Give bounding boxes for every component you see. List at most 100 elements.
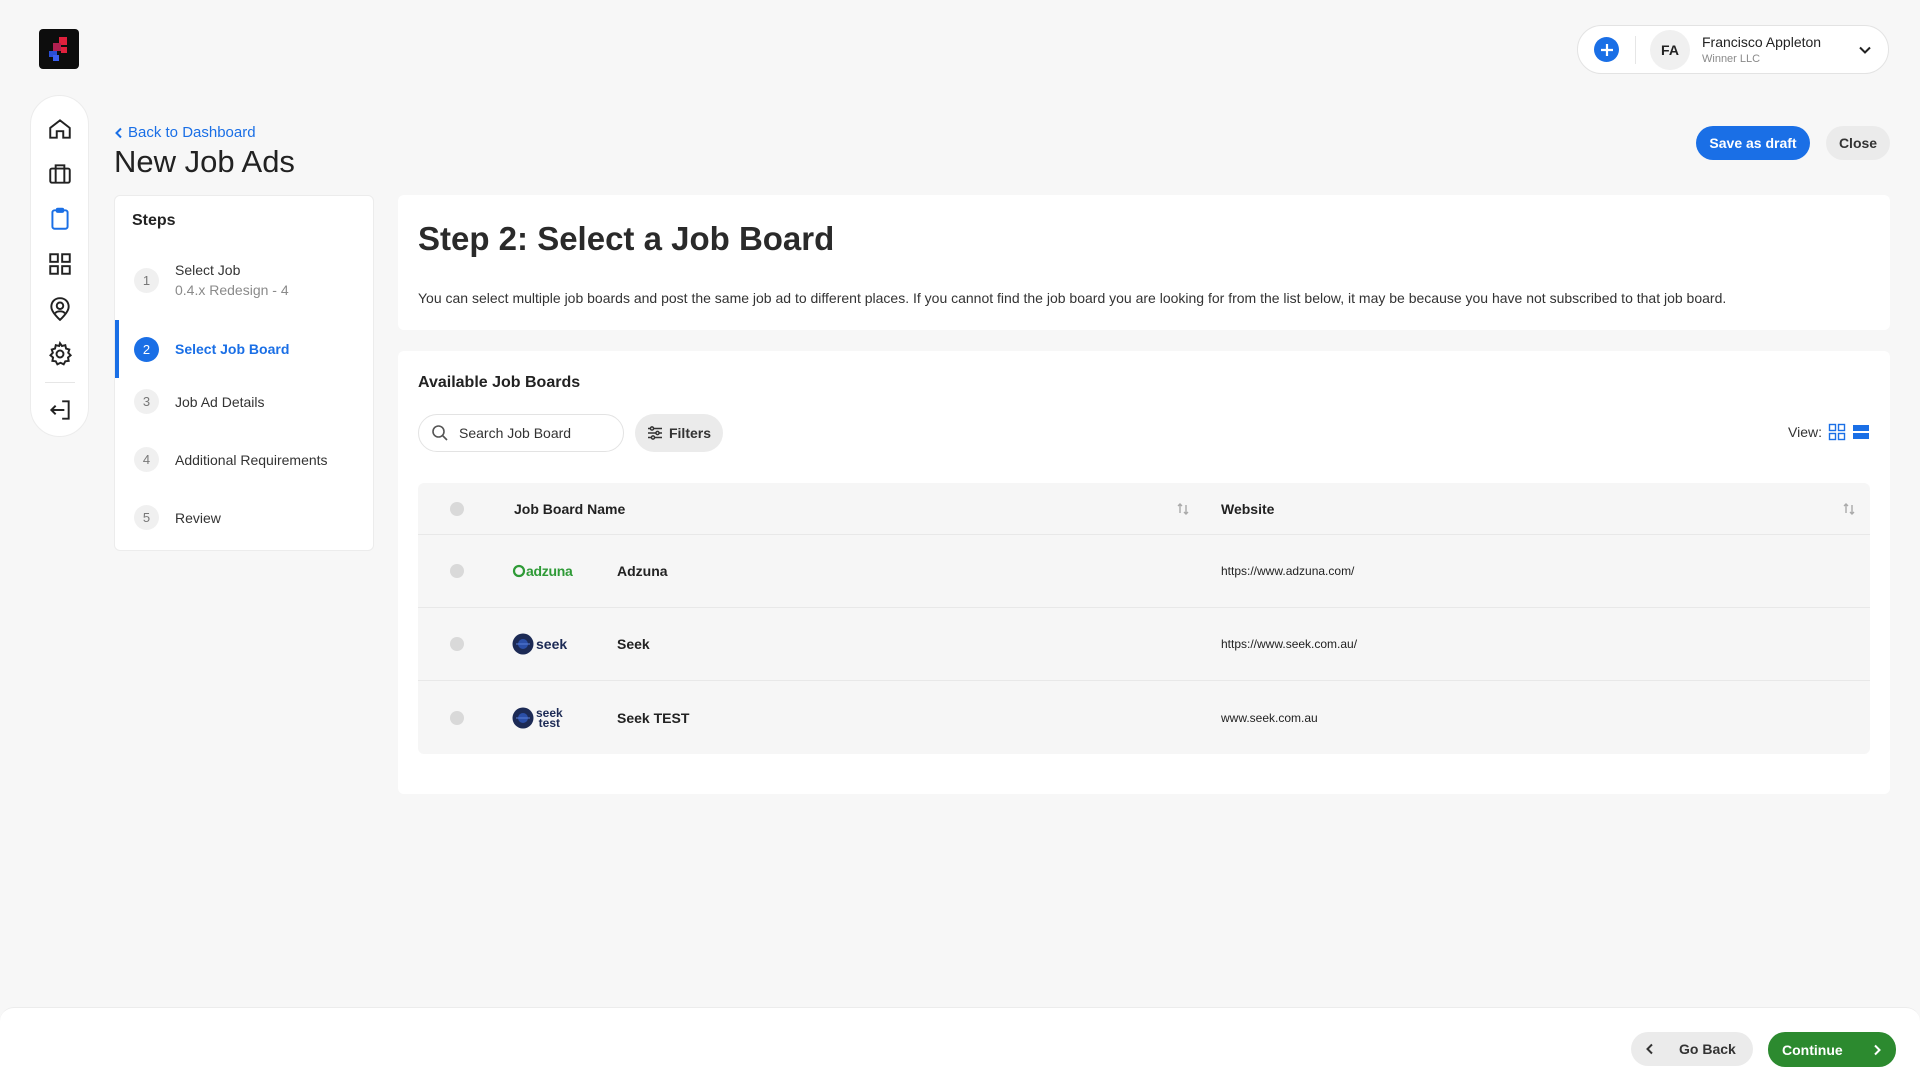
- user-name: Francisco Appleton: [1702, 34, 1822, 50]
- row-select-radio[interactable]: [450, 710, 464, 725]
- briefcase-icon: [48, 163, 71, 184]
- view-label: View:: [1788, 424, 1822, 440]
- step-label: Select Job Board: [175, 341, 290, 357]
- board-website: https://www.adzuna.com/: [1221, 564, 1355, 578]
- table-header: Job Board Name Website: [418, 483, 1870, 535]
- back-to-dashboard-link[interactable]: Back to Dashboard: [114, 124, 256, 141]
- plus-icon: [1600, 43, 1613, 56]
- adzuna-mark-icon: [512, 564, 526, 578]
- seek-wordmark: seek: [536, 636, 568, 652]
- sort-icon[interactable]: [1176, 502, 1190, 516]
- avatar[interactable]: FA: [1650, 29, 1690, 70]
- steps-title: Steps: [132, 212, 176, 229]
- seek-mark-icon: [512, 633, 534, 655]
- home-icon: [48, 118, 71, 139]
- chevron-down-icon[interactable]: [1856, 41, 1874, 59]
- filters-button[interactable]: Filters: [635, 414, 723, 452]
- column-header-website: Website: [1221, 500, 1275, 517]
- search-box: [418, 414, 624, 452]
- step-number: 1: [134, 267, 159, 293]
- brand-logo-icon: [49, 37, 67, 61]
- continue-label: Continue: [1782, 1041, 1843, 1058]
- steps-panel: Steps 1 Select Job 0.4.x Redesign - 4 2 …: [114, 195, 374, 551]
- user-menu: FA Francisco Appleton Winner LLC: [1577, 25, 1889, 74]
- filters-label: Filters: [668, 425, 711, 441]
- pill-divider: [1635, 35, 1636, 64]
- clipboard-icon: [50, 207, 69, 230]
- step-number: 4: [134, 447, 159, 472]
- seek-test-logo: seek test: [512, 703, 563, 733]
- step-label: Review: [175, 509, 221, 526]
- search-icon: [432, 425, 448, 441]
- sidebar-divider: [44, 382, 75, 384]
- sidebar-item-settings[interactable]: [40, 335, 80, 372]
- adzuna-wordmark: adzuna: [526, 563, 573, 579]
- step-number: 3: [134, 389, 159, 414]
- step-number: 5: [134, 505, 159, 530]
- back-link-label: Back to Dashboard: [128, 124, 256, 141]
- board-website: www.seek.com.au: [1221, 710, 1318, 725]
- step-review[interactable]: 5 Review: [115, 505, 373, 530]
- gear-icon: [48, 340, 72, 366]
- step-job-ad-details[interactable]: 3 Job Ad Details: [115, 389, 373, 414]
- sidebar-item-jobs[interactable]: [40, 155, 80, 192]
- page-title: New Job Ads: [114, 144, 295, 179]
- chevron-right-icon: [1874, 1044, 1881, 1055]
- user-company: Winner LLC: [1702, 53, 1761, 65]
- brand-logo[interactable]: [39, 29, 79, 69]
- continue-button[interactable]: Continue: [1768, 1032, 1896, 1067]
- step-label: Job Ad Details: [175, 393, 265, 410]
- go-back-button[interactable]: Go Back: [1631, 1032, 1753, 1066]
- table-row[interactable]: seek test Seek TEST www.seek.com.au: [418, 681, 1870, 754]
- view-toggle: View:: [1788, 423, 1870, 441]
- sidebar-item-apps[interactable]: [40, 245, 80, 282]
- sidebar-item-logout[interactable]: [40, 391, 80, 428]
- list-view-icon[interactable]: [1852, 423, 1870, 441]
- filter-sliders-icon: [647, 426, 662, 440]
- sidebar-item-profile[interactable]: [40, 290, 80, 327]
- go-back-label: Go Back: [1679, 1041, 1736, 1057]
- user-info: Francisco Appleton Winner LLC: [1702, 34, 1856, 65]
- table-row[interactable]: seek Seek https://www.seek.com.au/: [418, 608, 1870, 681]
- logout-icon: [49, 399, 70, 420]
- board-name: Adzuna: [617, 563, 668, 579]
- adzuna-logo: adzuna: [512, 556, 573, 586]
- search-input[interactable]: [459, 425, 609, 441]
- step-subtitle: 0.4.x Redesign - 4: [175, 282, 289, 298]
- row-select-radio[interactable]: [450, 564, 464, 578]
- step-additional-requirements[interactable]: 4 Additional Requirements: [115, 447, 373, 472]
- job-boards-card: Available Job Boards Filters View: Job B…: [398, 351, 1890, 794]
- save-draft-button[interactable]: Save as draft: [1696, 126, 1810, 160]
- step-intro-card: Step 2: Select a Job Board You can selec…: [398, 195, 1890, 330]
- job-boards-table: Job Board Name Website adzuna Adzuna htt…: [418, 483, 1870, 754]
- step-select-job[interactable]: 1 Select Job 0.4.x Redesign - 4: [115, 262, 373, 298]
- board-website: https://www.seek.com.au/: [1221, 637, 1358, 651]
- step-select-job-board[interactable]: 2 Select Job Board: [115, 320, 373, 378]
- step-title: Step 2: Select a Job Board: [418, 220, 835, 257]
- sidebar-nav: [30, 95, 89, 437]
- user-badge-icon: [49, 296, 70, 321]
- quick-add-button[interactable]: [1594, 37, 1619, 62]
- sort-icon[interactable]: [1842, 502, 1856, 516]
- step-label: Select Job: [175, 262, 241, 278]
- seek-mark-icon: [512, 707, 534, 728]
- step-number: 2: [134, 336, 159, 362]
- chevron-left-icon: [1646, 1043, 1653, 1055]
- step-label: Additional Requirements: [175, 451, 328, 468]
- chevron-left-icon: [115, 127, 122, 138]
- board-name: Seek TEST: [617, 709, 690, 726]
- sidebar-item-home[interactable]: [40, 110, 80, 147]
- close-button[interactable]: Close: [1826, 126, 1890, 160]
- seek-test-wordmark: seek test: [536, 705, 563, 730]
- table-row[interactable]: adzuna Adzuna https://www.adzuna.com/: [418, 535, 1870, 608]
- step-description: You can select multiple job boards and p…: [418, 290, 1727, 306]
- seek-logo: seek: [512, 629, 567, 659]
- boards-title: Available Job Boards: [418, 374, 581, 391]
- select-all-radio[interactable]: [450, 501, 464, 516]
- grid-icon: [48, 252, 71, 275]
- row-select-radio[interactable]: [450, 637, 464, 651]
- grid-view-icon[interactable]: [1828, 423, 1846, 441]
- sidebar-item-job-ads[interactable]: [40, 200, 80, 237]
- column-header-name: Job Board Name: [514, 500, 626, 517]
- board-name: Seek: [617, 636, 650, 652]
